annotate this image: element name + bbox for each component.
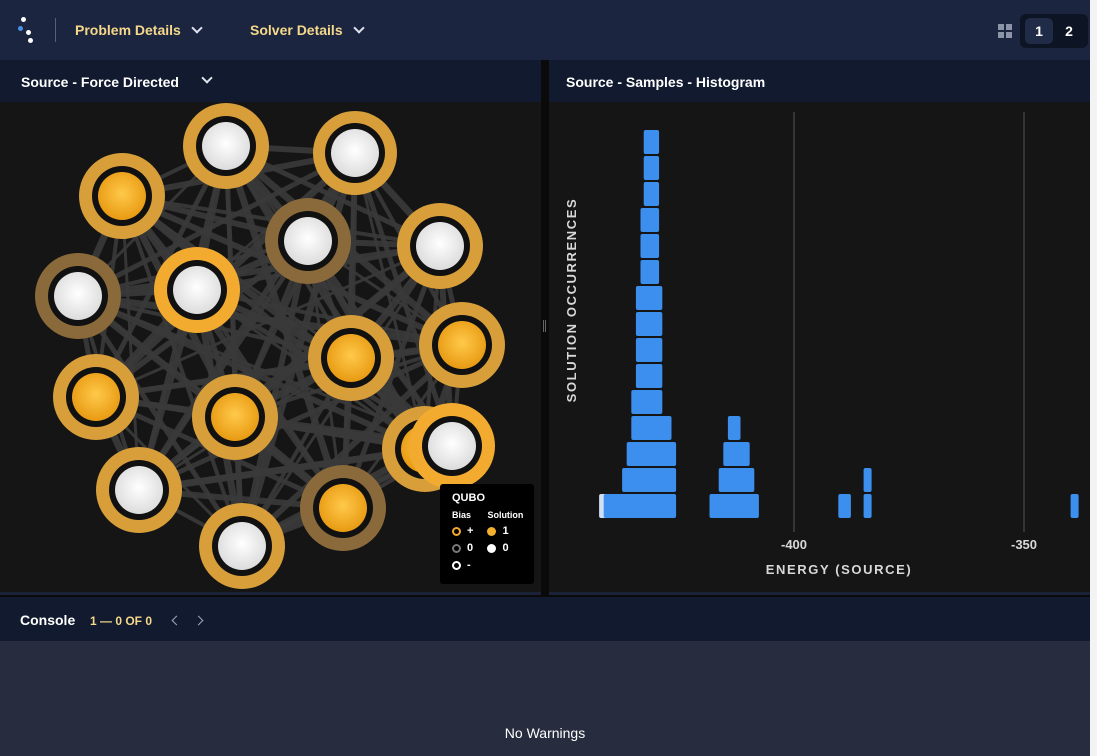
histogram-bar[interactable] [654, 338, 663, 362]
solver-details-menu[interactable]: Solver Details [250, 22, 365, 38]
histogram-bar[interactable] [1070, 494, 1079, 518]
histogram-canvas: -400 -350 ENERGY (SOURCE) SOLUTION OCCURR… [564, 112, 1079, 577]
problem-details-label: Problem Details [75, 22, 181, 38]
histogram-bar[interactable] [651, 208, 660, 232]
histogram-bar[interactable] [654, 364, 663, 388]
console-message: No Warnings [504, 725, 586, 741]
page-2-button[interactable]: 2 [1055, 18, 1083, 44]
graph-node[interactable] [192, 374, 278, 460]
layout-pager: 1 2 [1020, 14, 1088, 48]
x-tick-label: -350 [1011, 537, 1037, 552]
graph-node[interactable] [313, 111, 397, 195]
graph-node[interactable] [53, 354, 139, 440]
console-count: 1 — 0 OF 0 [90, 614, 153, 628]
histogram-bar[interactable] [732, 416, 741, 440]
histogram-bar[interactable] [654, 312, 663, 336]
histogram-bar[interactable] [668, 468, 677, 492]
histogram-bar[interactable] [651, 260, 660, 284]
console-title: Console [20, 612, 76, 628]
legend-solution-zero: 0 [487, 542, 523, 554]
histogram-bar[interactable] [842, 494, 851, 518]
histogram-bar[interactable] [654, 286, 663, 310]
graph-node[interactable] [199, 503, 285, 589]
histogram-bar[interactable] [741, 442, 750, 466]
histogram-bar[interactable] [651, 156, 660, 180]
graph-node[interactable] [35, 253, 121, 339]
graph-node[interactable] [265, 198, 351, 284]
x-tick-label: -400 [781, 537, 807, 552]
histogram-bar[interactable] [746, 468, 755, 492]
y-axis-label: SOLUTION OCCURRENCES [564, 198, 579, 403]
problem-details-menu[interactable]: Problem Details [75, 22, 203, 38]
window-edge [1090, 0, 1097, 756]
top-bar: Problem Details Solver Details 1 2 [0, 0, 1090, 60]
solver-details-label: Solver Details [250, 22, 343, 38]
legend-bias-zero: 0 [452, 542, 473, 554]
graph-node[interactable] [300, 465, 386, 551]
force-directed-graph[interactable]: QUBO Bias + 0 - Solution 1 0 [0, 102, 541, 592]
graph-node[interactable] [154, 247, 240, 333]
graph-node[interactable] [419, 302, 505, 388]
histogram-bar[interactable] [654, 390, 663, 414]
qubo-legend: QUBO Bias + 0 - Solution 1 0 [440, 484, 534, 584]
graph-node[interactable] [96, 447, 182, 533]
legend-solution-header: Solution [487, 510, 524, 520]
chevron-down-icon [191, 22, 203, 34]
histogram-chart[interactable]: -400 -350 ENERGY (SOURCE) SOLUTION OCCURR… [549, 102, 1090, 592]
histogram-bar[interactable] [651, 234, 660, 258]
splitter-grip-icon[interactable] [543, 320, 546, 332]
right-panel-header: Source - Samples - Histogram [549, 60, 1090, 102]
legend-bias-positive: + [452, 525, 473, 537]
graph-node[interactable] [79, 153, 165, 239]
left-panel-header: Source - Force Directed [0, 60, 541, 102]
page-1-button[interactable]: 1 [1025, 18, 1053, 44]
x-axis-label: ENERGY (SOURCE) [766, 562, 913, 577]
legend-solution-one: 1 [487, 525, 523, 537]
graph-node[interactable] [308, 315, 394, 401]
divider [55, 18, 56, 42]
console-bar: Console 1 — 0 OF 0 [0, 595, 1090, 641]
legend-bias-negative: - [452, 559, 473, 571]
legend-title: QUBO [452, 492, 485, 504]
layout-grid-icon[interactable] [998, 24, 1012, 38]
graph-node[interactable] [183, 103, 269, 189]
chevron-down-icon[interactable] [201, 72, 213, 84]
logo-icon[interactable] [18, 17, 38, 43]
histogram-bar[interactable] [863, 468, 872, 492]
histogram-bar[interactable] [651, 130, 660, 154]
histogram-bar[interactable] [663, 416, 672, 440]
histogram-bar[interactable] [668, 442, 677, 466]
legend-bias-header: Bias [452, 510, 472, 520]
histogram-bar[interactable] [668, 494, 677, 518]
chevron-down-icon [352, 22, 365, 34]
prev-arrow-icon[interactable] [171, 615, 182, 626]
graph-node[interactable] [409, 403, 495, 489]
histogram-bar[interactable] [651, 182, 660, 206]
console-body: No Warnings [0, 641, 1090, 756]
right-panel-title: Source - Samples - Histogram [566, 74, 766, 90]
histogram-bar[interactable] [863, 494, 872, 518]
left-panel-title: Source - Force Directed [21, 74, 179, 90]
graph-node[interactable] [397, 203, 483, 289]
next-arrow-icon[interactable] [193, 615, 204, 626]
histogram-bar[interactable] [750, 494, 759, 518]
